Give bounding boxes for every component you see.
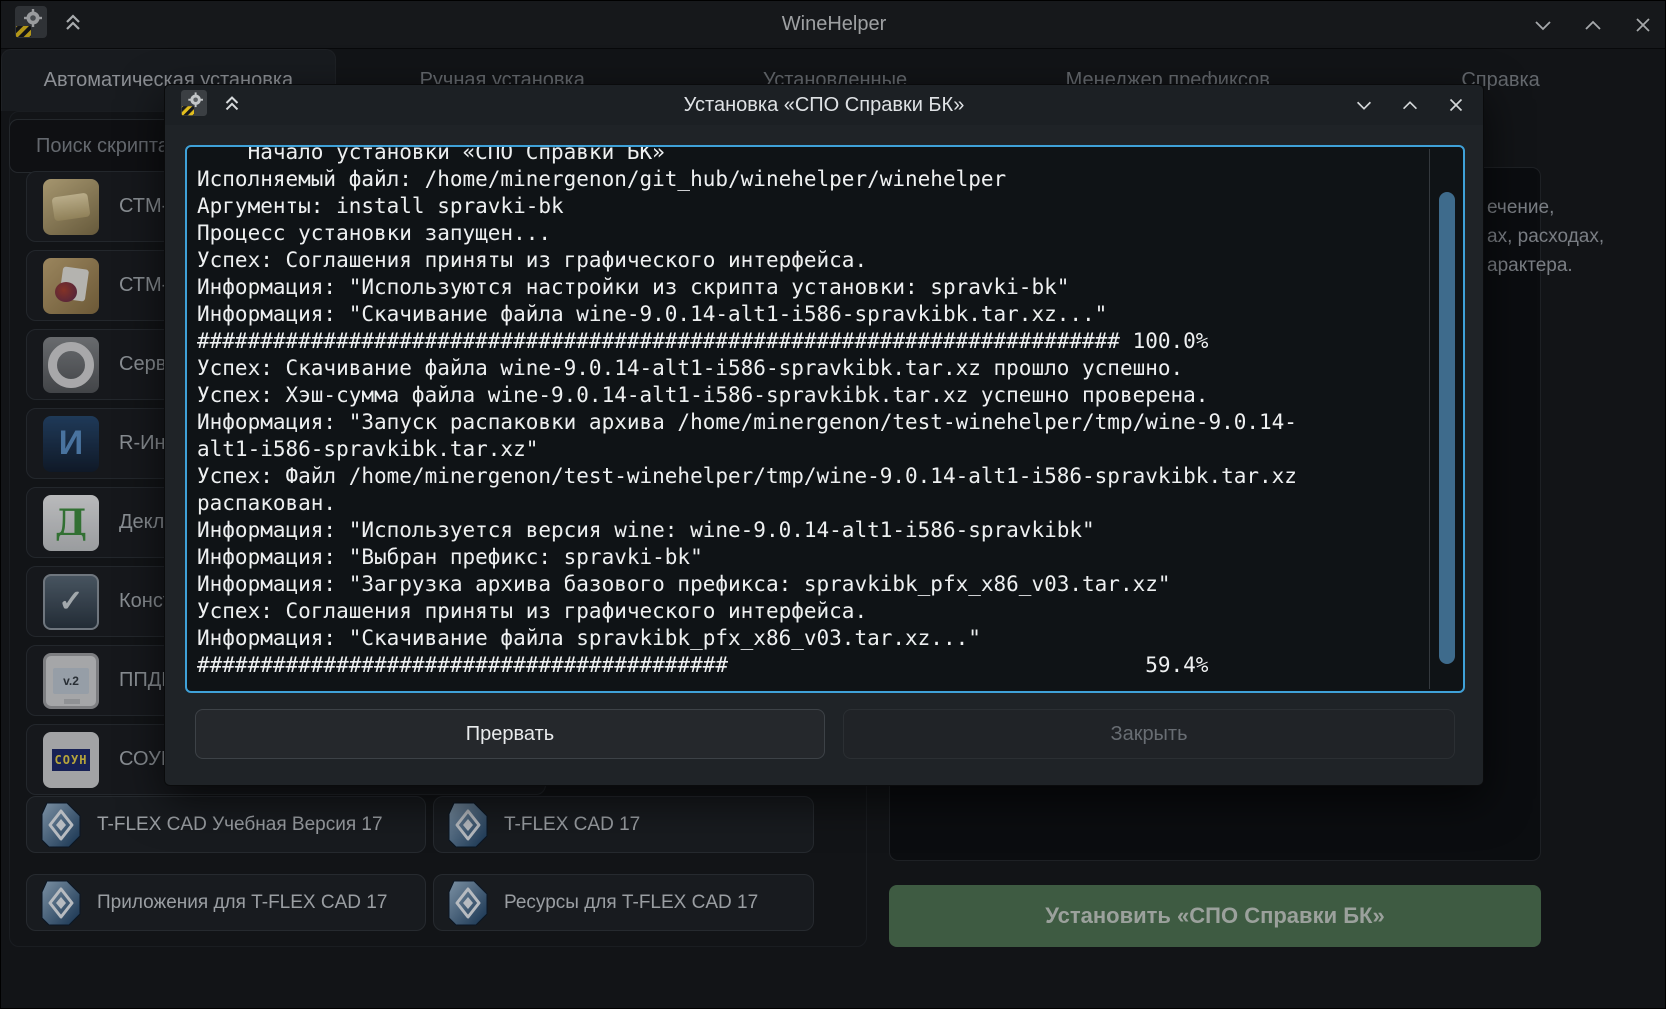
console-line: Информация: "Скачивание файла spravkibk_…	[197, 625, 1453, 652]
console-line: alt1-i586-spravkibk.tar.xz"	[197, 436, 1453, 463]
abort-button[interactable]: Прервать	[195, 709, 825, 759]
dialog-minimize-icon[interactable]	[1351, 92, 1377, 118]
dialog-title: Установка «СПО Справки БК»	[165, 94, 1483, 117]
dialog-close-icon[interactable]	[1443, 92, 1469, 118]
console-line: Информация: "Запуск распаковки архива /h…	[197, 409, 1453, 436]
console-line: Информация: "Выбран префикс: spravki-bk"	[197, 544, 1453, 571]
dialog-app-icon	[179, 88, 209, 123]
console-line: Информация: "Используются настройки из с…	[197, 274, 1453, 301]
console-line: Информация: "Используется версия wine: w…	[197, 517, 1453, 544]
console-line: Успех: Скачивание файла wine-9.0.14-alt1…	[197, 355, 1453, 382]
console-line: Информация: "Скачивание файла wine-9.0.1…	[197, 301, 1453, 328]
console-scrollbar-track	[1429, 149, 1430, 689]
close-button[interactable]: Закрыть	[843, 709, 1455, 759]
console-line: ########################################…	[197, 652, 1453, 679]
console-line: Успех: Файл /home/minergenon/test-winehe…	[197, 463, 1453, 490]
winehelper-app: WineHelper Автоматическая установкаРучна…	[0, 0, 1666, 1009]
console-line: ########################################…	[197, 328, 1453, 355]
dialog-titlebar: Установка «СПО Справки БК»	[165, 85, 1483, 125]
install-log-console: Начало установки «СПО Справки БК»Исполня…	[185, 145, 1465, 693]
console-line: Успех: Соглашения приняты из графическог…	[197, 247, 1453, 274]
console-line: Процесс установки запущен...	[197, 220, 1453, 247]
console-line: Начало установки «СПО Справки БК»	[197, 145, 1453, 166]
console-line: Исполняемый файл: /home/minergenon/git_h…	[197, 166, 1453, 193]
console-text: Начало установки «СПО Справки БК»Исполня…	[187, 145, 1463, 685]
console-line: Успех: Хэш-сумма файла wine-9.0.14-alt1-…	[197, 382, 1453, 409]
console-line: Успех: Соглашения приняты из графическог…	[197, 598, 1453, 625]
dialog-maximize-icon[interactable]	[1397, 92, 1423, 118]
console-line: Информация: "Загрузка архива базового пр…	[197, 571, 1453, 598]
console-line: распакован.	[197, 490, 1453, 517]
install-dialog: Установка «СПО Справки БК» Начало устано…	[164, 84, 1484, 786]
dialog-collapse-double-chevron-icon[interactable]	[219, 90, 245, 121]
console-scrollbar-thumb[interactable]	[1439, 192, 1455, 664]
console-line: Аргументы: install spravki-bk	[197, 193, 1453, 220]
